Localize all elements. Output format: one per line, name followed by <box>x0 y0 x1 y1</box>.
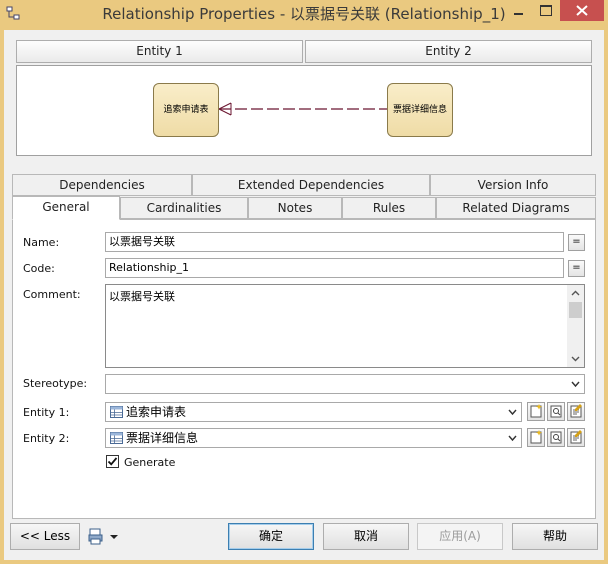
entity-2-header[interactable]: Entity 2 <box>305 40 592 63</box>
chevron-down-icon <box>508 409 517 416</box>
entity-2-box[interactable]: 票据详细信息 <box>387 83 453 137</box>
general-panel: Name: 以票据号关联 = Code: Relationship_1 = Co… <box>12 219 596 519</box>
new-object-icon <box>530 430 542 444</box>
comment-scrollbar[interactable] <box>567 285 584 367</box>
code-equals-button[interactable]: = <box>568 260 585 277</box>
entity1-create-button[interactable] <box>527 402 545 421</box>
comment-text: 以票据号关联 <box>109 290 175 303</box>
less-button[interactable]: << Less <box>10 523 80 550</box>
entity1-combo[interactable]: 追索申请表 <box>105 402 522 422</box>
entity1-value: 追索申请表 <box>126 405 187 419</box>
name-label: Name: <box>23 236 60 249</box>
browse-icon <box>550 405 562 418</box>
tab-notes[interactable]: Notes <box>248 197 342 219</box>
comment-label: Comment: <box>23 288 81 301</box>
scroll-up-icon[interactable] <box>571 289 580 298</box>
print-icon <box>88 528 118 545</box>
minimize-button[interactable] <box>505 0 531 21</box>
entity1-properties-button[interactable] <box>567 402 585 421</box>
tab-related-diagrams[interactable]: Related Diagrams <box>436 197 596 219</box>
entity2-properties-button[interactable] <box>567 428 585 447</box>
stereotype-label: Stereotype: <box>23 377 88 390</box>
print-menu-button[interactable] <box>88 528 122 546</box>
entity2-create-button[interactable] <box>527 428 545 447</box>
ok-button[interactable]: 确定 <box>228 523 314 550</box>
chevron-down-icon <box>508 435 517 442</box>
tab-rules[interactable]: Rules <box>342 197 436 219</box>
table-icon <box>110 406 123 418</box>
new-object-icon <box>530 404 542 418</box>
relationship-line <box>218 102 387 116</box>
tab-strip: Dependencies Extended Dependencies Versi… <box>12 174 596 220</box>
generate-checkbox[interactable] <box>106 455 119 468</box>
scroll-down-icon[interactable] <box>571 354 580 363</box>
entity-headers: Entity 1 Entity 2 <box>16 40 592 63</box>
name-equals-button[interactable]: = <box>568 234 585 251</box>
apply-button[interactable]: 应用(A) <box>417 523 503 550</box>
tab-general[interactable]: General <box>12 196 120 220</box>
properties-icon <box>570 404 582 418</box>
stereotype-combo[interactable] <box>105 374 585 394</box>
generate-label: Generate <box>124 456 176 469</box>
comment-textarea[interactable]: 以票据号关联 <box>105 284 585 368</box>
close-icon <box>576 5 588 16</box>
entity-1-header[interactable]: Entity 1 <box>16 40 303 63</box>
tab-dependencies[interactable]: Dependencies <box>12 174 192 196</box>
cancel-button[interactable]: 取消 <box>323 523 409 550</box>
name-field[interactable]: 以票据号关联 <box>105 232 564 252</box>
close-button[interactable] <box>560 0 604 21</box>
entity1-select-button[interactable] <box>547 402 565 421</box>
entity-1-box[interactable]: 追索申请表 <box>153 83 219 137</box>
dialog-client: Entity 1 Entity 2 追索申请表 票据详细信息 Dependenc… <box>4 30 604 560</box>
checkmark-icon <box>107 457 118 466</box>
tab-version-info[interactable]: Version Info <box>430 174 596 196</box>
entity2-combo[interactable]: 票据详细信息 <box>105 428 522 448</box>
entity1-label: Entity 1: <box>23 406 70 419</box>
relationship-preview: 追索申请表 票据详细信息 <box>16 65 592 156</box>
title-bar[interactable]: Relationship Properties - 以票据号关联 (Relati… <box>0 0 608 26</box>
code-label: Code: <box>23 262 55 275</box>
table-icon <box>110 432 123 444</box>
relationship-properties-window: Relationship Properties - 以票据号关联 (Relati… <box>0 0 608 564</box>
scroll-thumb[interactable] <box>569 302 582 318</box>
entity2-select-button[interactable] <box>547 428 565 447</box>
entity2-label: Entity 2: <box>23 432 70 445</box>
chevron-down-icon <box>571 381 580 388</box>
maximize-button[interactable] <box>532 0 558 21</box>
entity2-value: 票据详细信息 <box>126 431 199 445</box>
code-field[interactable]: Relationship_1 <box>105 258 564 278</box>
properties-icon <box>570 430 582 444</box>
browse-icon <box>550 431 562 444</box>
tab-cardinalities[interactable]: Cardinalities <box>120 197 248 219</box>
help-button[interactable]: 帮助 <box>512 523 598 550</box>
tab-extended-dependencies[interactable]: Extended Dependencies <box>192 174 430 196</box>
